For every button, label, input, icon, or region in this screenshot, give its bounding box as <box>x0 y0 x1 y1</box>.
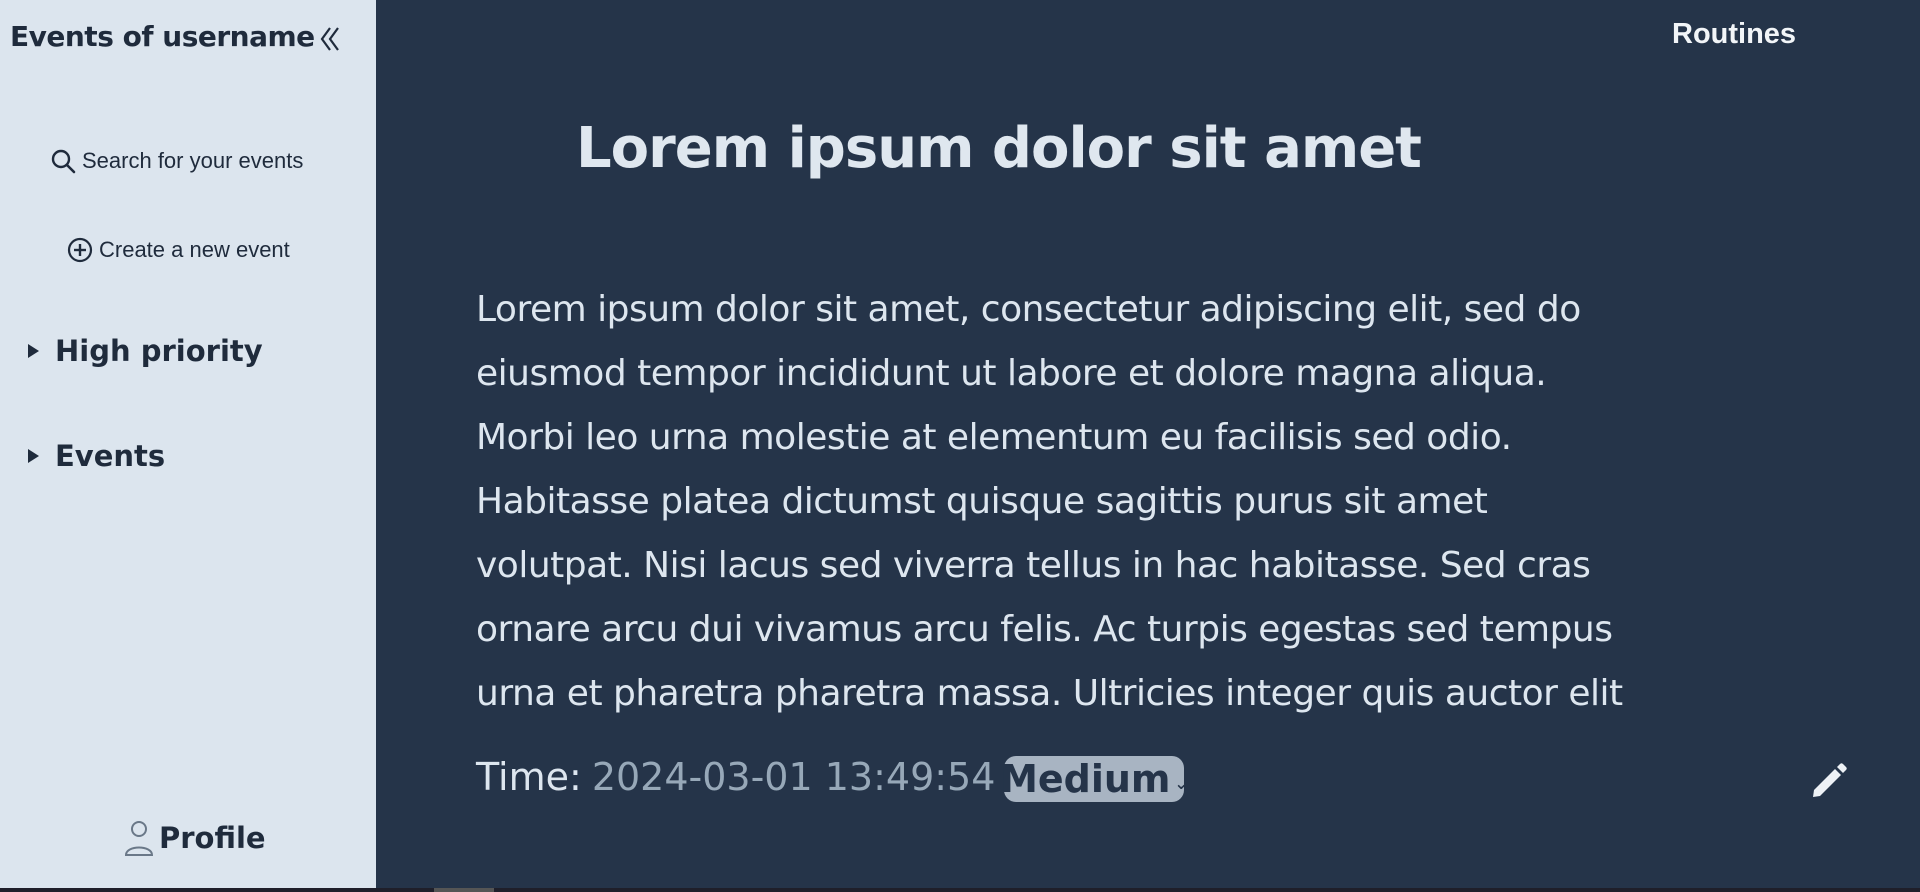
section-events[interactable]: Events <box>28 439 165 473</box>
plus-circle-icon <box>67 237 93 263</box>
collapse-sidebar-button[interactable] <box>316 24 346 54</box>
time-label: Time: <box>476 755 582 799</box>
edit-event-button[interactable] <box>1808 760 1850 802</box>
priority-selected-value: Medium <box>1000 757 1171 801</box>
event-description: Lorem ipsum dolor sit amet, consectetur … <box>476 289 1623 714</box>
triangle-right-icon <box>28 449 39 463</box>
triangle-right-icon <box>28 344 39 358</box>
chevron-down-icon: ⌄ <box>1174 773 1188 793</box>
user-icon <box>124 821 154 856</box>
profile-button[interactable]: Profile <box>123 818 266 858</box>
double-chevron-left-icon <box>320 27 339 51</box>
profile-label: Profile <box>159 821 266 855</box>
time-value: 2024-03-01 13:49:54 <box>591 755 996 799</box>
event-title: Lorem ipsum dolor sit amet <box>576 116 1422 181</box>
priority-select[interactable]: Medium ⌄ <box>1000 756 1188 802</box>
section-high-priority[interactable]: High priority <box>28 334 263 368</box>
sidebar-title: Events of username <box>10 20 315 53</box>
create-event-button[interactable]: Create a new event <box>67 237 290 263</box>
section-events-label: Events <box>55 439 166 473</box>
search-events-label: Search for your events <box>82 148 304 173</box>
scrollbar-thumb[interactable] <box>434 888 494 892</box>
create-event-label: Create a new event <box>99 237 290 262</box>
event-time: Time: 2024-03-01 13:49:54 <box>476 755 995 799</box>
routines-link[interactable]: Routines <box>1672 18 1796 51</box>
horizontal-scrollbar[interactable] <box>0 888 1920 892</box>
pencil-icon <box>1813 763 1847 797</box>
search-icon <box>51 149 76 174</box>
sidebar: Events of username Search for your event… <box>0 0 376 888</box>
search-events-button[interactable]: Search for your events <box>50 148 303 174</box>
section-high-priority-label: High priority <box>55 334 263 368</box>
